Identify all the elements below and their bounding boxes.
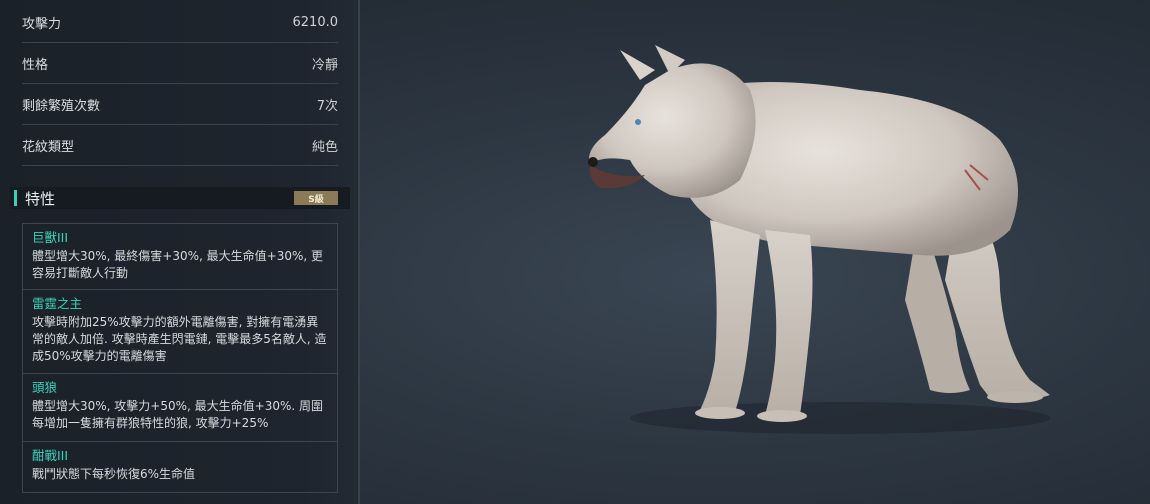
grade-badge: S級 [294, 191, 338, 205]
trait-item[interactable]: 雷霆之主 攻擊時附加25%攻擊力的額外電離傷害, 對擁有電湧異常的敵人加倍. 攻… [23, 290, 337, 374]
trait-desc: 體型增大30%, 攻擊力+50%, 最大生命值+30%. 周圍每增加一隻擁有群狼… [32, 399, 324, 430]
stat-row-attack: 攻擊力 6210.0 [22, 2, 338, 43]
trait-desc: 攻擊時附加25%攻擊力的額外電離傷害, 對擁有電湧異常的敵人加倍. 攻擊時產生閃… [32, 315, 327, 363]
wolf-model-icon[interactable] [560, 30, 1100, 450]
stat-label: 花紋類型 [22, 139, 75, 155]
trait-item[interactable]: 頭狼 體型增大30%, 攻擊力+50%, 最大生命值+30%. 周圍每增加一隻擁… [23, 374, 337, 442]
stat-label: 剩餘繁殖次數 [22, 98, 101, 114]
trait-item[interactable]: 酣戰III 戰鬥狀態下每秒恢復6%生命值 [23, 442, 337, 492]
stat-row-pattern: 花紋類型 純色 [22, 125, 338, 166]
panel-divider [358, 0, 360, 504]
stat-value: 冷靜 [311, 57, 338, 73]
trait-list: 巨獸III 體型增大30%, 最終傷害+30%, 最大生命值+30%, 更容易打… [22, 223, 338, 493]
stat-label: 攻擊力 [22, 16, 62, 32]
trait-name: 頭狼 [32, 380, 58, 395]
stat-row-personality: 性格 冷靜 [22, 43, 338, 84]
trait-name: 雷霆之主 [32, 296, 83, 311]
stat-value: 7次 [316, 98, 338, 114]
trait-name: 巨獸III [32, 230, 69, 245]
accent-bar [14, 190, 17, 206]
stat-value: 6210.0 [292, 14, 339, 30]
trait-desc: 體型增大30%, 最終傷害+30%, 最大生命值+30%, 更容易打斷敵人行動 [32, 249, 324, 280]
trait-item[interactable]: 巨獸III 體型增大30%, 最終傷害+30%, 最大生命值+30%, 更容易打… [23, 224, 337, 290]
trait-name: 酣戰III [32, 448, 69, 463]
info-panel: 攻擊力 6210.0 性格 冷靜 剩餘繁殖次數 7次 花紋類型 純色 特性 S級… [0, 0, 358, 504]
stat-row-breeding: 剩餘繁殖次數 7次 [22, 84, 338, 125]
traits-title: 特性 [25, 189, 56, 208]
trait-desc: 戰鬥狀態下每秒恢復6%生命值 [32, 467, 196, 481]
stat-label: 性格 [22, 57, 49, 73]
stat-value: 純色 [311, 139, 338, 155]
traits-header: 特性 S級 [10, 187, 350, 209]
